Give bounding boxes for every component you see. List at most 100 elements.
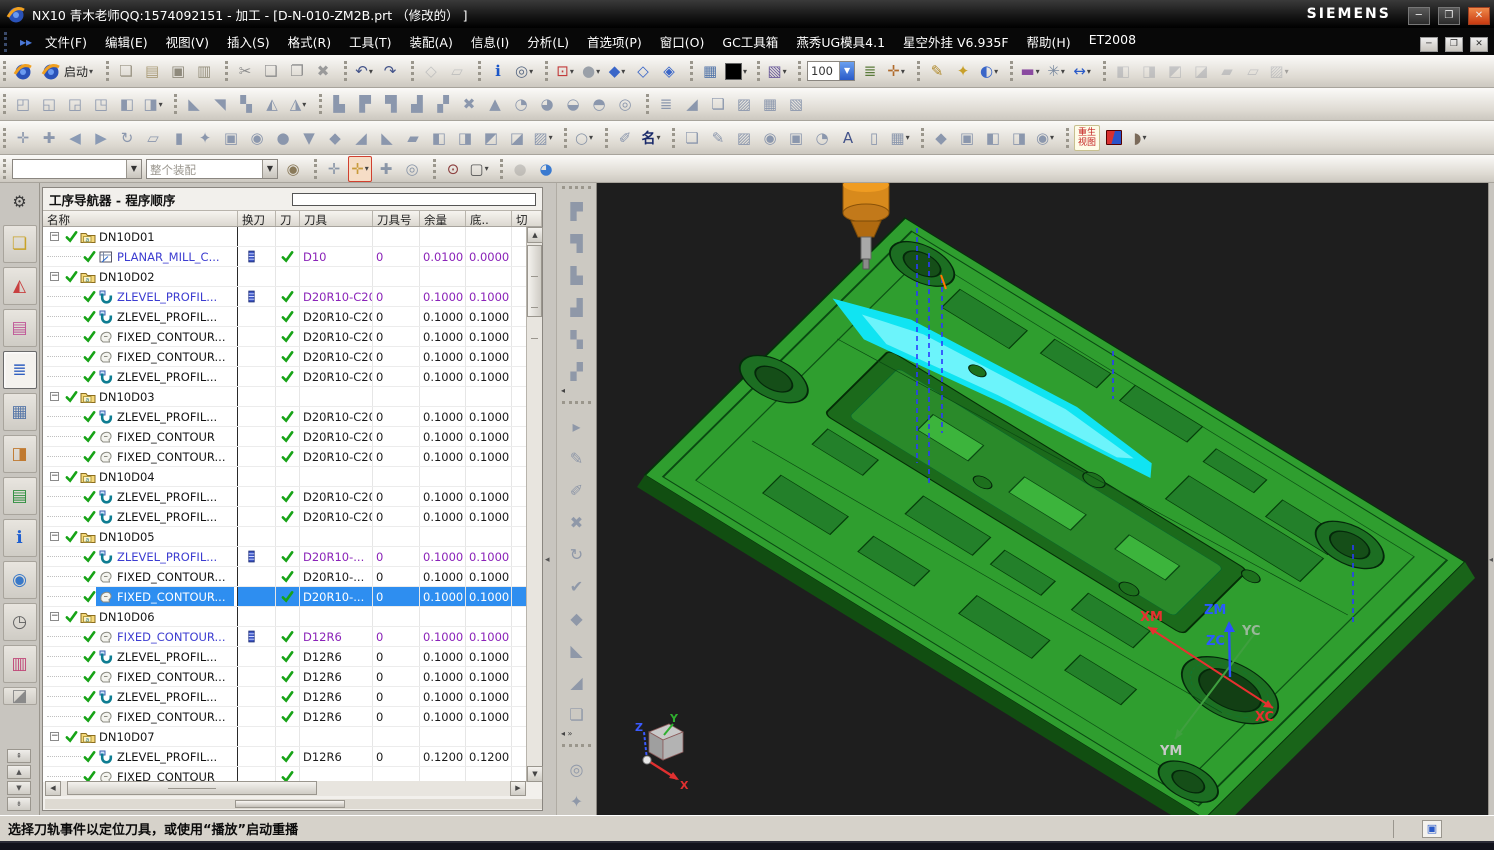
operation-row-FIXED_CONTOUR[interactable]: FIXED_CONTOURD20R10-C2000.10000.1000 [43, 427, 528, 447]
navigator-properties-icon[interactable]: ▞ [561, 356, 593, 386]
selection-filter-combo[interactable]: ▼ [12, 159, 142, 179]
delete-icon[interactable]: ✖ [311, 58, 335, 84]
vtoolbar-collapse-arrow[interactable]: ◂ [557, 386, 596, 398]
redo-button[interactable]: ↷ [378, 58, 402, 84]
geometry-view-icon[interactable]: ▙ [561, 260, 593, 290]
marquee-select-icon[interactable]: ▢▾ [467, 156, 491, 182]
rotate-object-icon[interactable]: ◇ [419, 58, 443, 84]
create-program-icon[interactable]: ◰ [11, 91, 35, 117]
resource-tab-constraint-navigator[interactable]: ◭ [3, 267, 37, 305]
simulate-toolpath-icon[interactable]: ◣ [561, 635, 593, 665]
toolbar-grip-handle[interactable] [921, 128, 924, 148]
candle-zoom-icon[interactable]: ▮ [167, 125, 191, 151]
copy-operation-icon[interactable]: ▟ [405, 91, 429, 117]
box-zoom-icon[interactable]: ▣ [219, 125, 243, 151]
column-header-knife[interactable]: 刀 [276, 211, 300, 226]
stamp-tool-icon[interactable]: ❏ [680, 125, 704, 151]
minimize-button[interactable]: ─ [1408, 7, 1430, 25]
delete-operation-icon[interactable]: ✖ [457, 91, 481, 117]
toolbar-grip-handle[interactable] [1066, 128, 1069, 148]
close-button[interactable]: ✕ [1468, 7, 1490, 25]
wireframe-view-icon[interactable]: ◇ [631, 58, 655, 84]
selection-scope-combo[interactable]: 整个装配▼ [146, 159, 278, 179]
column-header-stock[interactable]: 余量 [420, 211, 466, 226]
planar-mill-icon[interactable]: ▚ [234, 91, 258, 117]
column-header-name[interactable]: 名称 [43, 211, 238, 226]
scroll-up-button[interactable]: ▲ [527, 227, 543, 243]
group-row-DN10D07[interactable]: −aDN10D07 [43, 727, 528, 747]
create-method-icon[interactable]: ◳ [89, 91, 113, 117]
paste-icon[interactable]: ❐ [285, 58, 309, 84]
layer-settings-icon[interactable]: ≣ [858, 58, 882, 84]
toolbar-grip-handle[interactable] [3, 61, 6, 81]
feeds-speeds-icon[interactable]: ◕ [535, 91, 559, 117]
group-row-DN10D03[interactable]: −aDN10D03 [43, 387, 528, 407]
resource-tab-assembly-navigator[interactable]: ❏ [3, 225, 37, 263]
tree-vertical-scrollbar[interactable]: ▲ ▼ [526, 227, 542, 782]
zoom-percent-combo-dropdown-arrow[interactable]: ▼ [839, 62, 854, 80]
toolbar-grip-handle[interactable] [106, 61, 109, 81]
generate-toolpath-icon[interactable]: ▸ [561, 411, 593, 441]
operation-row-ZLEVEL_PROFIL[interactable]: ZLEVEL_PROFIL...D12R600.12000.1200 [43, 747, 528, 767]
resource-tab-system-materials[interactable]: ▥ [3, 645, 37, 683]
machine-tool-view-icon[interactable]: ▜ [561, 228, 593, 258]
graphics-viewport[interactable]: XM ZM YC ZC XC YM Y [597, 183, 1488, 815]
dynamic-wcs-icon[interactable]: ✛ [11, 125, 35, 151]
core-cavity-icon[interactable]: ◧ [981, 125, 1005, 151]
menu-item-gc-toolbox[interactable]: GC工具箱 [713, 28, 787, 55]
toolbar-grip-handle[interactable] [917, 61, 920, 81]
menu-item-format[interactable]: 格式(R) [279, 28, 340, 55]
float-panel-button[interactable] [292, 193, 537, 206]
toolpath-repair-icon[interactable]: ✐ [561, 475, 593, 505]
show-hide-icon[interactable]: ◐▾ [977, 58, 1001, 84]
menu-item-help[interactable]: 帮助(H) [1018, 28, 1080, 55]
resource-scroll-button-1[interactable]: ▲ [7, 765, 31, 779]
right-window-border[interactable]: ◂ [1488, 183, 1494, 815]
operation-row-ZLEVEL_PROFIL[interactable]: ZLEVEL_PROFIL...D20R10-C2000.10000.1000 [43, 487, 528, 507]
toolbar-grip-handle[interactable] [690, 61, 693, 81]
group-row-DN10D05[interactable]: −aDN10D05 [43, 527, 528, 547]
anchor-view-icon[interactable]: ◉ [245, 125, 269, 151]
vertical-scroll-thumb[interactable] [527, 245, 542, 317]
panel-scroll-thumb[interactable] [235, 800, 345, 808]
resource-tab-history[interactable]: ◷ [3, 603, 37, 641]
vtoolbar-grip-handle[interactable] [562, 744, 591, 752]
shop-documentation-icon[interactable]: ❏ [561, 699, 593, 729]
measure-distance-icon[interactable]: ↔▾ [1070, 58, 1094, 84]
tree-horizontal-scrollbar[interactable]: ◀ ▶ [45, 781, 526, 796]
scene-light-icon[interactable]: ✦ [193, 125, 217, 151]
menu-item-yanxiu-mold[interactable]: 燕秀UG模具4.1 [787, 28, 894, 55]
toolbar-grip-handle[interactable] [605, 128, 608, 148]
scroll-left-button[interactable]: ◀ [45, 781, 61, 796]
manual-book-icon[interactable] [1102, 125, 1126, 151]
expander-icon[interactable]: − [50, 232, 59, 241]
operation-row-FIXED_CONTOUR[interactable]: FIXED_CONTOUR...D20R10-...00.10000.1000 [43, 587, 528, 607]
find-component-icon[interactable]: ◉ [281, 156, 305, 182]
snap-midpoint-icon[interactable]: ✚ [374, 156, 398, 182]
resource-scroll-button-0[interactable]: ⇞ [7, 749, 31, 763]
toolbar-grip-handle[interactable] [314, 159, 317, 179]
machining-options-icon[interactable]: ▧ [784, 91, 808, 117]
generate-toolpath-icon[interactable]: ▙ [327, 91, 351, 117]
operation-row-ZLEVEL_PROFIL[interactable]: ZLEVEL_PROFIL...D20R10-C2000.10000.1000 [43, 407, 528, 427]
resource-tab-touch-explorer[interactable]: ◪ [3, 687, 37, 705]
zlevel-profile-icon[interactable]: ◥ [208, 91, 232, 117]
operation-row-FIXED_CONTOUR[interactable]: FIXED_CONTOUR...D12R600.10000.1000 [43, 667, 528, 687]
operation-row-PLANAR_MILL_C[interactable]: PLANAR_MILL_C...D1000.01000.0000 [43, 247, 528, 267]
nav-forward-icon[interactable]: ▶ [89, 125, 113, 151]
restore-button[interactable]: ❐ [1438, 7, 1460, 25]
toolbar-grip-handle[interactable] [3, 128, 6, 148]
cut-operation-icon[interactable]: ▜ [379, 91, 403, 117]
menu-item-preferences[interactable]: 首选项(P) [578, 28, 651, 55]
menu-grip-handle[interactable] [4, 32, 18, 52]
wcs-orient-icon[interactable]: ✛▾ [884, 58, 908, 84]
cut-icon[interactable]: ✂ [233, 58, 257, 84]
toolpath-list-icon[interactable]: ▚ [561, 324, 593, 354]
operation-row-FIXED_CONTOUR[interactable]: FIXED_CONTOUR...D20R10-C2000.10000.1000 [43, 347, 528, 367]
toolbar-grip-handle[interactable] [433, 159, 436, 179]
vtoolbar-grip-handle[interactable] [562, 186, 591, 194]
expander-icon[interactable]: − [50, 532, 59, 541]
open-file-icon[interactable]: ▤ [140, 58, 164, 84]
lifter-tool-icon[interactable]: ◉▾ [1033, 125, 1057, 151]
expander-icon[interactable]: − [50, 732, 59, 741]
